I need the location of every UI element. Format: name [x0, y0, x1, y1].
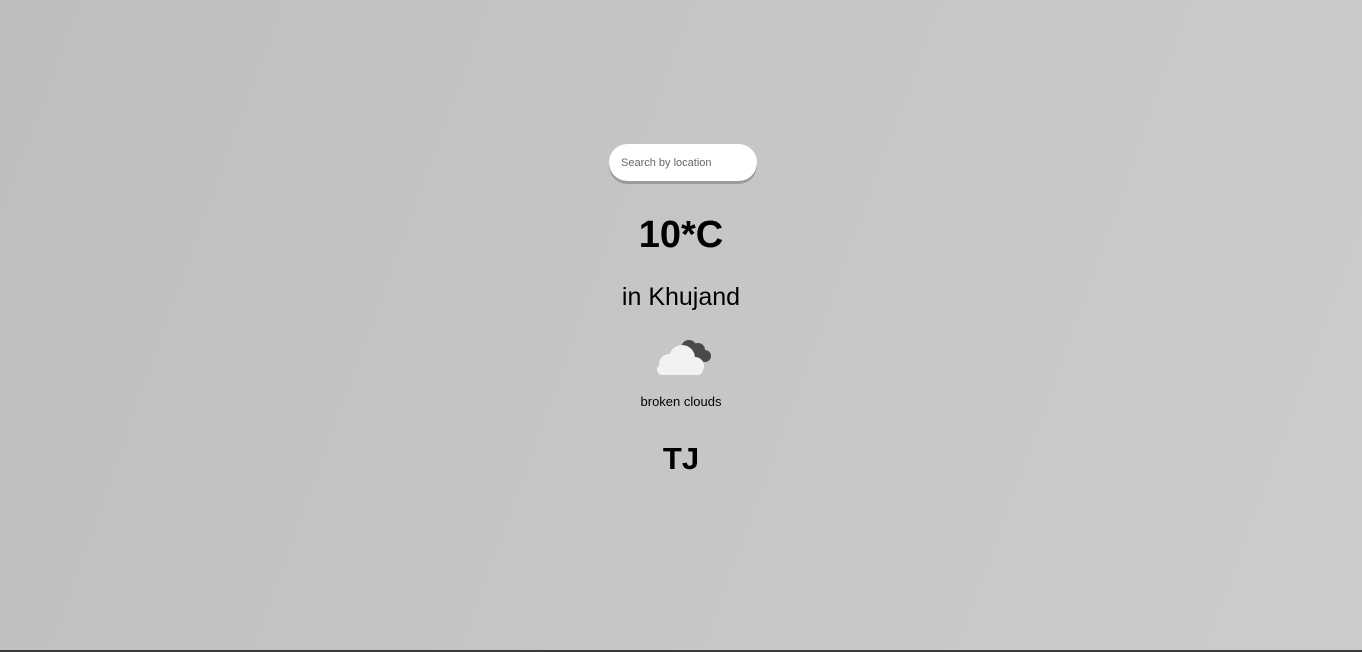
search-input[interactable]	[609, 144, 757, 181]
weather-description: broken clouds	[640, 394, 722, 409]
search-bar	[609, 144, 757, 182]
temperature: 10*C	[638, 214, 724, 256]
weather-app: 10*C in Khujand broken clouds TJ	[0, 0, 1362, 652]
location-name: in Khujand	[621, 283, 741, 311]
country-code: TJ	[662, 441, 700, 476]
broken-clouds-icon	[651, 334, 715, 382]
